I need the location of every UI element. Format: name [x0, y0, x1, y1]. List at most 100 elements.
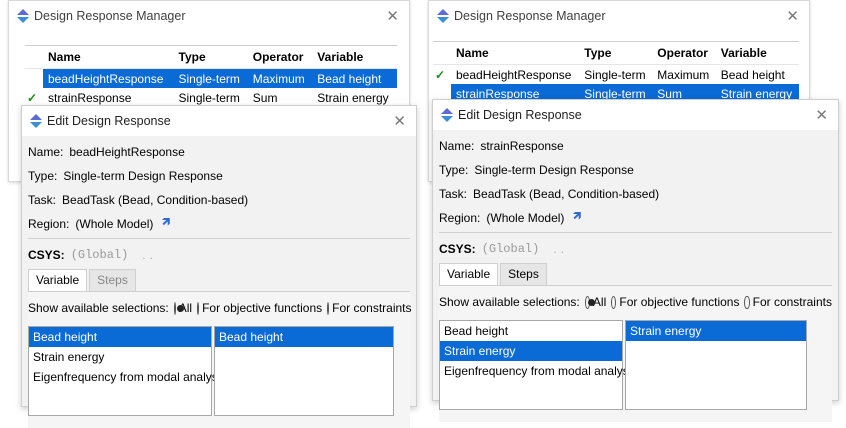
table-header-row: Name Type Operator Variable: [433, 41, 799, 65]
edit-title: Edit Design Response: [47, 114, 171, 128]
list-item[interactable]: Strain energy: [440, 341, 622, 361]
header-variable[interactable]: Variable: [715, 41, 799, 65]
region-value: (Whole Model): [486, 211, 565, 225]
csys-row: CSYS: (Global) ..: [439, 237, 832, 261]
cell-operator: Maximum: [247, 68, 313, 88]
available-variables-list[interactable]: Bead height Strain energy Eigenfrequency…: [439, 320, 637, 410]
cursor-arrow-icon[interactable]: 🡽: [572, 207, 581, 229]
header-variable[interactable]: Variable: [312, 45, 397, 69]
task-value: BeadTask (Bead, Condition-based): [473, 187, 660, 201]
selection-filter-row: Show available selections: All For objec…: [28, 298, 412, 318]
radio-all[interactable]: [173, 301, 184, 315]
header-type[interactable]: Type: [173, 45, 248, 69]
type-row: Type: Single-term Design Response: [28, 164, 410, 188]
task-row: Task: BeadTask (Bead, Condition-based): [439, 182, 832, 206]
tab-bar: Variable Steps: [439, 263, 832, 285]
edit-title: Edit Design Response: [458, 108, 582, 122]
manager-titlebar: Design Response Manager ✕: [9, 1, 409, 31]
table-row[interactable]: ✓ beadHeightResponse Single-term Maximum…: [25, 68, 397, 88]
list-item[interactable]: Strain energy: [626, 321, 806, 341]
cell-type: Single-term: [584, 67, 646, 82]
tab-steps[interactable]: Steps: [89, 269, 136, 291]
name-label: Name:: [28, 145, 64, 159]
table-row[interactable]: ✓ beadHeightResponse Single-term Maximum…: [433, 64, 799, 84]
abaqus-logo-icon: [441, 108, 453, 122]
name-row: Name: beadHeightResponse: [28, 140, 410, 164]
header-type[interactable]: Type: [579, 41, 653, 65]
type-value: Single-term Design Response: [63, 169, 223, 183]
name-label: Name:: [439, 139, 475, 153]
available-variables-list[interactable]: Bead height Strain energy Eigenfrequency…: [28, 326, 226, 416]
tab-variable[interactable]: Variable: [439, 263, 499, 285]
task-value: BeadTask (Bead, Condition-based): [62, 193, 249, 207]
csys-pick-dots[interactable]: ..: [553, 242, 568, 256]
abaqus-logo-icon: [30, 114, 42, 128]
cell-name: beadHeightResponse: [456, 67, 572, 82]
region-row: Region: (Whole Model) 🡽: [439, 206, 832, 230]
close-icon[interactable]: ✕: [393, 112, 406, 130]
radio-objective[interactable]: [611, 295, 617, 309]
csys-label: CSYS:: [439, 242, 476, 256]
show-selections-label: Show available selections:: [439, 295, 580, 309]
header-operator[interactable]: Operator: [652, 41, 716, 65]
responses-table: Name Type Operator Variable ✓ beadHeight…: [433, 41, 799, 103]
tab-steps[interactable]: Steps: [500, 263, 547, 285]
header-check: [25, 45, 43, 69]
list-item[interactable]: Strain energy: [29, 347, 211, 367]
close-icon[interactable]: ✕: [815, 106, 828, 124]
left-panel: Design Response Manager ✕ Name Type Oper…: [8, 0, 418, 428]
close-icon[interactable]: ✕: [786, 7, 799, 25]
tab-bar: Variable Steps: [28, 269, 410, 291]
list-item[interactable]: Bead height: [29, 327, 211, 347]
header-check: [433, 41, 451, 65]
variable-tab-body: Show available selections: All For objec…: [439, 285, 832, 422]
radio-all[interactable]: [584, 295, 596, 309]
region-label: Region:: [28, 217, 70, 231]
list-item[interactable]: Bead height: [215, 327, 393, 347]
csys-pick-dots[interactable]: ..: [142, 248, 157, 262]
radio-constraints[interactable]: [744, 295, 750, 309]
list-item[interactable]: Eigenfrequency from modal analysis: [440, 361, 637, 381]
edit-design-response-dialog: Edit Design Response ✕ Name: strainRespo…: [432, 99, 839, 422]
csys-value: (Global): [70, 248, 129, 262]
header-operator[interactable]: Operator: [247, 45, 313, 69]
radio-constraints[interactable]: [327, 301, 330, 315]
list-item[interactable]: Bead height: [440, 321, 622, 341]
active-check-icon[interactable]: ✓: [433, 64, 451, 84]
type-value: Single-term Design Response: [474, 163, 634, 177]
cursor-arrow-icon[interactable]: 🡽: [161, 213, 170, 235]
tab-variable[interactable]: Variable: [28, 269, 88, 291]
radio-constraints-label: For constraints: [332, 301, 412, 315]
type-label: Type:: [28, 169, 58, 183]
radio-objective[interactable]: [197, 301, 200, 315]
table-header-row: Name Type Operator Variable: [25, 45, 397, 69]
header-name[interactable]: Name: [451, 41, 580, 65]
radio-objective-label: For objective functions: [619, 295, 740, 309]
cell-variable: Bead height: [720, 67, 785, 82]
active-check-icon[interactable]: ✓: [25, 68, 43, 88]
list-item[interactable]: Eigenfrequency from modal analysis: [29, 367, 226, 387]
csys-row: CSYS: (Global) ..: [28, 243, 410, 267]
radio-all-label: All: [592, 295, 607, 309]
type-row: Type: Single-term Design Response: [439, 158, 832, 182]
name-value: beadHeightResponse: [69, 145, 185, 159]
abaqus-logo-icon: [437, 9, 449, 23]
task-label: Task:: [28, 193, 57, 207]
chosen-variable-list[interactable]: Bead height: [214, 326, 394, 416]
cell-name: beadHeightResponse: [43, 68, 174, 88]
variable-lists: Bead height Strain energy Eigenfrequency…: [439, 320, 832, 410]
manager-titlebar: Design Response Manager ✕: [429, 1, 809, 31]
edit-design-response-dialog: Edit Design Response ✕ Name: beadHeightR…: [21, 105, 417, 428]
radio-constraints-label: For constraints: [752, 295, 832, 309]
region-value: (Whole Model): [75, 217, 154, 231]
region-row: Region: (Whole Model) 🡽: [28, 212, 410, 236]
cell-type: Single-term: [173, 68, 248, 88]
task-label: Task:: [439, 187, 468, 201]
close-icon[interactable]: ✕: [386, 7, 399, 25]
name-value: strainResponse: [480, 139, 564, 153]
name-row: Name: strainResponse: [439, 134, 832, 158]
responses-table: Name Type Operator Variable ✓ beadHeight…: [25, 45, 397, 107]
header-name[interactable]: Name: [43, 45, 174, 69]
edit-titlebar: Edit Design Response ✕: [433, 100, 838, 130]
chosen-variable-list[interactable]: Strain energy: [625, 320, 807, 410]
